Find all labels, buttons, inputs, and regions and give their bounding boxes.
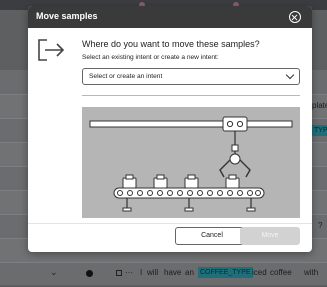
cancel-button[interactable]: Cancel — [175, 227, 249, 245]
divider — [82, 95, 300, 96]
entity-tag[interactable]: COFFEE_TYPE — [198, 267, 253, 278]
token-text: coffee — [270, 268, 292, 277]
conveyor-robot-illustration — [82, 107, 300, 218]
dialog-title: Move samples — [36, 11, 98, 21]
background-text: ? — [318, 221, 323, 230]
intent-select-dropdown[interactable]: Select or create an intent — [82, 68, 300, 85]
dialog-header: Move samples — [28, 6, 312, 28]
move-to-icon — [38, 39, 65, 61]
move-button[interactable]: Move — [240, 227, 300, 245]
status-dot-icon — [86, 270, 93, 277]
intent-select-placeholder: Select or create an intent — [89, 73, 163, 80]
move-samples-dialog: Move samples Where do you want to move t… — [28, 6, 312, 252]
dialog-instruction: Select an existing intent or create a ne… — [82, 54, 219, 61]
token-text: an — [185, 268, 194, 277]
chevron-down-icon[interactable]: ⌄ — [50, 267, 58, 278]
token-text: will — [147, 268, 159, 277]
close-icon[interactable] — [289, 11, 301, 23]
checkbox-icon[interactable] — [116, 270, 122, 276]
background-text: plate — [312, 101, 327, 110]
footer-divider — [28, 223, 312, 224]
chevron-down-icon — [285, 70, 295, 80]
background-tag: TYPE — [312, 125, 327, 136]
dialog-question: Where do you want to move these samples? — [82, 39, 260, 49]
ellipsis-icon: ··· — [125, 268, 133, 277]
token-text: with — [304, 268, 319, 277]
token-text: have — [164, 268, 182, 277]
token-text: iced — [252, 268, 267, 277]
token-text: I — [140, 268, 143, 277]
